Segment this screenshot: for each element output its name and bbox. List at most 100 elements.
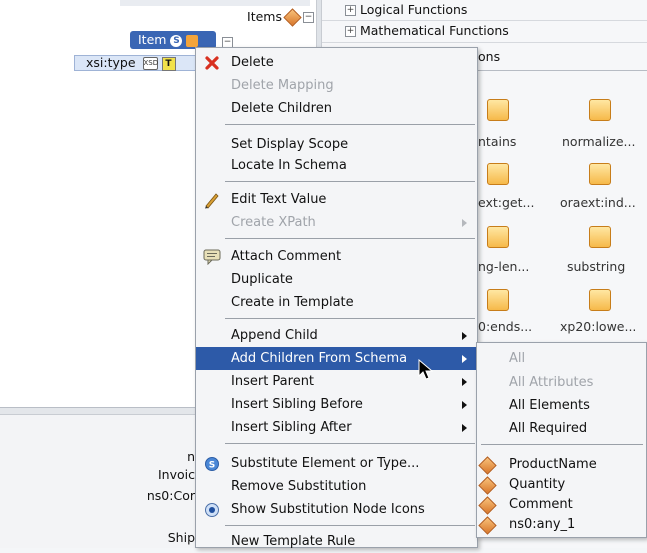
menu-separator — [225, 124, 475, 125]
ends-with-function-icon[interactable] — [487, 289, 509, 311]
menu-item-label: Delete Children — [231, 101, 332, 116]
menu-item-delete-mapping[interactable]: Delete Mapping — [196, 74, 477, 97]
contains-function-icon[interactable] — [487, 99, 509, 121]
function-label-oraext-get: ext:get... — [478, 195, 535, 210]
function-label-string-length: ng-len... — [478, 259, 530, 274]
menu-item-show-substitution-node-icons[interactable]: Show Substitution Node Icons — [196, 498, 477, 521]
bottom-label-1: n — [187, 449, 195, 464]
category-label: Mathematical Functions — [359, 23, 509, 38]
submenu-arrow-icon — [462, 378, 467, 386]
submenu-item-ns0-any-1[interactable]: ns0:any_1 — [477, 513, 646, 536]
menu-item-insert-parent[interactable]: Insert Parent — [196, 370, 477, 393]
menu-separator — [225, 238, 475, 239]
menu-item-label: Duplicate — [231, 272, 293, 287]
xsd-type-icon: XSD — [142, 57, 158, 70]
pencil-icon — [205, 193, 219, 209]
element-icon — [283, 8, 302, 27]
category-label: Logical Functions — [359, 2, 468, 17]
tree-row-partial — [120, 0, 310, 6]
element-icon — [478, 456, 497, 475]
tree-node-xsitype-label: xsi:type — [86, 55, 136, 70]
submenu-arrow-icon — [462, 424, 467, 432]
tree-node-item[interactable]: Item S — [138, 31, 199, 49]
submenu-item-label: All Required — [509, 421, 588, 436]
element-icon — [478, 476, 497, 495]
lower-case-function-icon[interactable] — [589, 289, 611, 311]
add-children-submenu: All All Attributes All Elements All Requ… — [476, 342, 647, 538]
function-label-lower-case: xp20:lowe... — [560, 319, 637, 334]
menu-item-create-in-template[interactable]: Create in Template — [196, 291, 477, 314]
category-string-functions[interactable]: ons — [478, 47, 500, 67]
expand-icon[interactable]: + — [345, 26, 356, 37]
menu-item-create-xpath[interactable]: Create XPath — [196, 211, 477, 234]
submenu-arrow-icon — [462, 401, 467, 409]
menu-separator — [225, 443, 475, 444]
submenu-separator — [481, 444, 643, 445]
menu-item-label: Create XPath — [231, 215, 316, 230]
menu-item-label: Substitute Element or Type... — [231, 456, 420, 471]
submenu-item-label: All Attributes — [509, 375, 594, 390]
comment-icon — [203, 249, 221, 265]
menu-item-label: Show Substitution Node Icons — [231, 502, 425, 517]
substring-function-icon[interactable] — [589, 226, 611, 248]
menu-item-insert-sibling-before[interactable]: Insert Sibling Before — [196, 393, 477, 416]
menu-separator — [225, 318, 475, 319]
string-length-function-icon[interactable] — [487, 226, 509, 248]
svg-text:S: S — [209, 461, 215, 471]
menu-item-label: Delete — [231, 55, 274, 70]
menu-item-label: Add Children From Schema — [231, 351, 408, 366]
menu-item-insert-sibling-after[interactable]: Insert Sibling After — [196, 416, 477, 439]
submenu-item-label: All Elements — [509, 398, 590, 413]
menu-item-add-children-from-schema[interactable]: Add Children From Schema — [196, 347, 477, 370]
expand-icon[interactable]: + — [345, 5, 356, 16]
function-label-normalize: normalize... — [562, 134, 636, 149]
menu-item-attach-comment[interactable]: Attach Comment — [196, 245, 477, 268]
tree-node-items[interactable]: Items − — [174, 8, 314, 27]
submenu-item-all-attributes[interactable]: All Attributes — [477, 371, 646, 394]
bottom-label-3: ns0:Cor — [146, 488, 195, 503]
submenu-item-all-elements[interactable]: All Elements — [477, 394, 646, 417]
function-label-substring: substring — [567, 259, 626, 274]
bottom-label-2: Invoic — [158, 467, 195, 482]
menu-item-duplicate[interactable]: Duplicate — [196, 268, 477, 291]
collapse-toggle-icon[interactable]: − — [303, 12, 314, 23]
category-mathematical-functions[interactable]: + Mathematical Functions — [345, 21, 509, 41]
normalize-function-icon[interactable] — [589, 99, 611, 121]
menu-item-new-template-rule[interactable]: New Template Rule — [196, 530, 477, 553]
schema-badge-icon: S — [170, 34, 183, 47]
menu-item-edit-text-value[interactable]: Edit Text Value — [196, 188, 477, 211]
menu-item-label: New Template Rule — [231, 534, 356, 549]
submenu-item-all-required[interactable]: All Required — [477, 417, 646, 440]
menu-item-substitute-element-or-type[interactable]: S Substitute Element or Type... — [196, 452, 477, 475]
mapped-element-icon — [186, 34, 199, 47]
element-icon — [478, 496, 497, 515]
menu-item-label: Locate In Schema — [231, 158, 347, 173]
bottom-label-4: Ship — [167, 530, 195, 545]
radio-dot-icon — [205, 503, 219, 517]
row-divider — [322, 20, 647, 21]
submenu-item-label: ns0:any_1 — [509, 517, 576, 532]
tree-node-xsitype[interactable]: xsi:type XSD T — [86, 54, 176, 72]
menu-item-set-display-scope[interactable]: Set Display Scope — [196, 133, 477, 156]
menu-item-label: Insert Sibling Before — [231, 397, 363, 412]
menu-item-locate-in-schema[interactable]: Locate In Schema — [196, 154, 477, 177]
substitute-icon: S — [205, 457, 219, 471]
menu-item-remove-substitution[interactable]: Remove Substitution — [196, 475, 477, 498]
oraext-get-function-icon[interactable] — [487, 163, 509, 185]
submenu-item-label: All — [509, 351, 526, 366]
tree-node-item-label: Item — [138, 32, 167, 47]
category-logical-functions[interactable]: + Logical Functions — [345, 0, 467, 20]
menu-item-label: Append Child — [231, 328, 318, 343]
context-menu: Delete Delete Mapping Delete Children Se… — [195, 47, 478, 549]
menu-separator — [225, 181, 475, 182]
submenu-item-all[interactable]: All — [477, 347, 646, 370]
tree-node-items-label: Items — [247, 9, 282, 24]
menu-item-append-child[interactable]: Append Child — [196, 324, 477, 347]
menu-item-label: Insert Sibling After — [231, 420, 352, 435]
oraext-index-function-icon[interactable] — [589, 163, 611, 185]
menu-separator — [225, 525, 475, 526]
submenu-arrow-icon — [462, 219, 467, 227]
menu-item-delete-children[interactable]: Delete Children — [196, 97, 477, 120]
menu-item-delete[interactable]: Delete — [196, 51, 477, 74]
mouse-cursor-icon — [418, 359, 434, 380]
